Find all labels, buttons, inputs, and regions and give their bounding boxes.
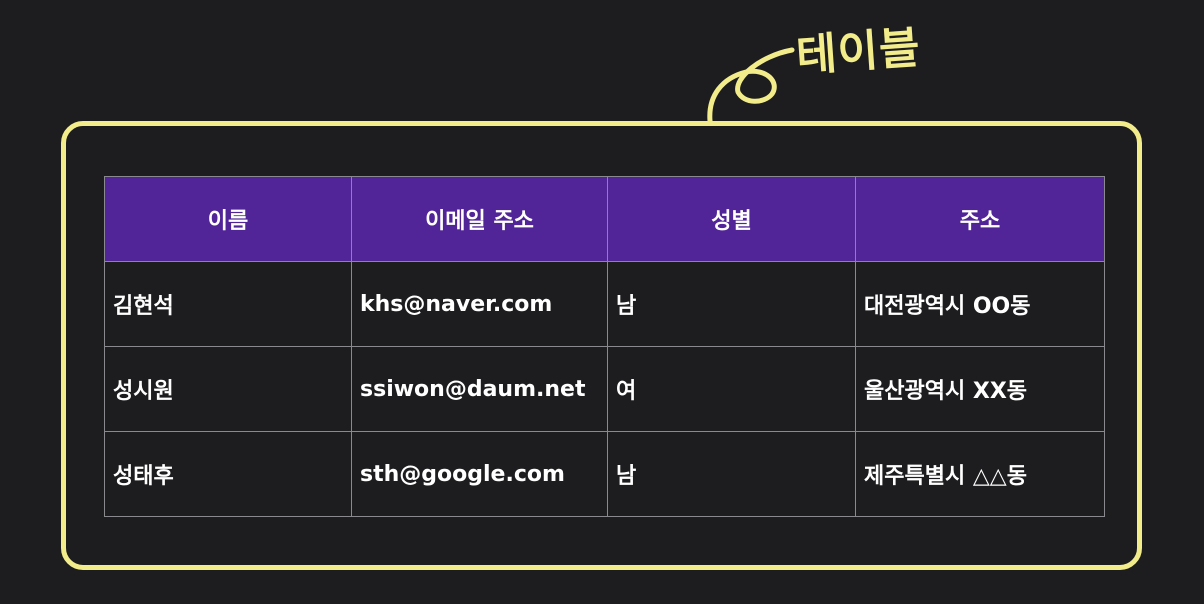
cell-address: 제주특별시 △△동: [855, 431, 1105, 517]
cell-name: 성태후: [104, 431, 352, 517]
cell-gender: 남: [607, 261, 856, 347]
cell-address: 대전광역시 OO동: [855, 261, 1105, 347]
header-email: 이메일 주소: [351, 176, 608, 262]
cell-email: khs@naver.com: [351, 261, 608, 347]
table-header: 이름 이메일 주소 성별 주소: [104, 176, 1105, 262]
table-row: 성태후 sth@google.com 남 제주특별시 △△동: [104, 431, 1105, 517]
slide: 테이블 이름 이메일 주소 성별 주소 김현석 khs@naver.com 남 …: [0, 0, 1204, 604]
cell-email: sth@google.com: [351, 431, 608, 517]
header-gender: 성별: [607, 176, 856, 262]
table-body: 김현석 khs@naver.com 남 대전광역시 OO동 성시원 ssiwon…: [104, 261, 1105, 517]
cell-address: 울산광역시 XX동: [855, 346, 1105, 432]
header-name: 이름: [104, 176, 352, 262]
header-row: 이름 이메일 주소 성별 주소: [104, 176, 1105, 262]
cell-name: 성시원: [104, 346, 352, 432]
data-table: 이름 이메일 주소 성별 주소 김현석 khs@naver.com 남 대전광역…: [104, 176, 1105, 517]
table-row: 성시원 ssiwon@daum.net 여 울산광역시 XX동: [104, 346, 1105, 432]
header-address: 주소: [855, 176, 1105, 262]
annotation-label: 테이블: [794, 22, 923, 82]
cell-name: 김현석: [104, 261, 352, 347]
cell-email: ssiwon@daum.net: [351, 346, 608, 432]
cell-gender: 여: [607, 346, 856, 432]
cell-gender: 남: [607, 431, 856, 517]
table-row: 김현석 khs@naver.com 남 대전광역시 OO동: [104, 261, 1105, 347]
